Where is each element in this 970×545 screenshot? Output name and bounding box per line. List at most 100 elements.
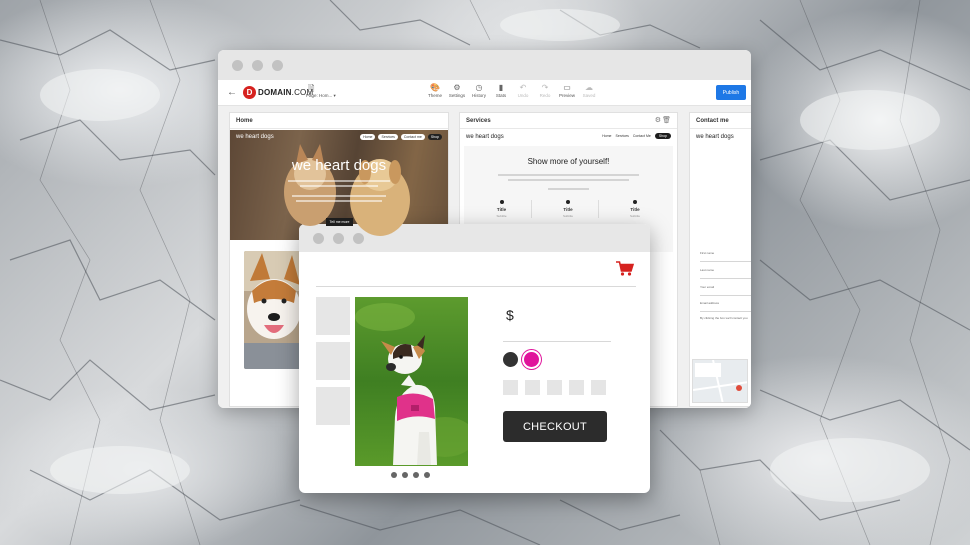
tool-preview[interactable]: ▭ Preview xyxy=(556,83,578,98)
window-control-dot[interactable] xyxy=(232,59,243,71)
placeholder-text-line xyxy=(498,174,639,176)
palette-icon: 🎨 xyxy=(430,83,440,92)
service-column[interactable]: Title Subtitle xyxy=(539,200,599,218)
nav-link[interactable]: Services xyxy=(615,134,628,138)
tool-theme[interactable]: 🎨 Theme xyxy=(424,83,446,98)
nav-link[interactable]: Home xyxy=(360,134,376,140)
tool-label: Preview xyxy=(558,93,575,98)
carousel-dot[interactable] xyxy=(424,472,430,478)
publish-button[interactable]: Publish xyxy=(716,85,746,100)
size-option[interactable] xyxy=(591,380,606,395)
bar-chart-icon: ▮ xyxy=(498,83,504,92)
email-field[interactable] xyxy=(700,288,751,296)
page-selector[interactable]: 🗎 Page: Hom... ▾ xyxy=(306,84,336,99)
carousel-dots xyxy=(391,472,430,478)
window-control-dot[interactable] xyxy=(252,59,263,71)
product-thumbnail[interactable] xyxy=(316,297,350,335)
back-arrow-icon[interactable]: ← xyxy=(227,87,237,98)
carousel-dot[interactable] xyxy=(402,472,408,478)
carousel-dot[interactable] xyxy=(391,472,397,478)
tool-settings[interactable]: ⚙ Settings xyxy=(446,83,468,98)
product-image[interactable] xyxy=(355,297,468,466)
nav-link-shop[interactable]: Shop xyxy=(427,134,442,140)
service-column[interactable]: Title Subtitle xyxy=(472,200,532,218)
domain-logo[interactable]: D DOMAIN.COM xyxy=(243,86,313,99)
service-icon xyxy=(566,200,570,204)
hero-title: we heart dogs xyxy=(291,157,387,174)
trash-icon[interactable]: 🗑 xyxy=(662,116,671,124)
page-selector-label: Page: Hom... xyxy=(306,93,333,98)
toolbar-tools: 🎨 Theme ⚙ Settings ◷ History ▮ Stats ↶ U… xyxy=(424,83,600,98)
tool-label: Undo xyxy=(517,93,529,98)
editor-toolbar: ← D DOMAIN.COM 🗎 Page: Hom... ▾ 🎨 Theme … xyxy=(218,80,751,106)
editor-title-bar xyxy=(218,50,751,80)
contact-brand: we heart dogs xyxy=(696,134,734,140)
service-title: Title xyxy=(496,207,507,212)
placeholder-text-line xyxy=(292,195,386,197)
checkout-button[interactable]: CHECKOUT xyxy=(503,411,607,442)
size-option[interactable] xyxy=(503,380,518,395)
placeholder-text-line xyxy=(300,185,378,187)
placeholder-text-line xyxy=(296,200,382,202)
hero-button[interactable]: Tell me more xyxy=(326,218,353,226)
gear-icon: ⚙ xyxy=(453,83,461,92)
service-column[interactable]: Title Subtitle xyxy=(605,200,665,218)
color-swatch-charcoal[interactable] xyxy=(503,352,518,367)
panel-contact[interactable]: Contact me we heart dogs First name Last… xyxy=(689,112,751,407)
cloud-icon: ☁ xyxy=(585,83,593,92)
nav-link[interactable]: Home xyxy=(602,134,611,138)
service-icon xyxy=(633,200,637,204)
header-divider xyxy=(316,286,636,287)
tool-label: Settings xyxy=(448,93,466,98)
logo-badge: D xyxy=(243,86,256,99)
panel-title: Services xyxy=(460,113,677,129)
tool-redo[interactable]: ↷ Redo xyxy=(534,83,556,98)
shopping-cart-icon[interactable] xyxy=(616,261,634,276)
first-name-field[interactable] xyxy=(700,254,751,262)
tool-saved: ☁ Saved xyxy=(578,83,600,98)
undo-icon: ↶ xyxy=(519,83,527,92)
hero-banner[interactable]: we heart dogs Home Services Contact me S… xyxy=(230,130,448,240)
product-thumbnail[interactable] xyxy=(316,342,350,380)
services-brand: we heart dogs xyxy=(466,134,504,140)
tool-stats[interactable]: ▮ Stats xyxy=(490,83,512,98)
size-option[interactable] xyxy=(525,380,540,395)
page-icon: 🗎 xyxy=(308,84,315,93)
service-title: Title xyxy=(630,207,640,212)
services-heading: Show more of yourself! xyxy=(527,157,610,166)
gear-icon[interactable]: ⚙ xyxy=(655,116,661,124)
services-nav: Home Services Contact Me Shop xyxy=(602,133,671,139)
nav-link[interactable]: Contact Me xyxy=(633,134,651,138)
product-thumbnail[interactable] xyxy=(316,387,350,425)
service-subtitle: Subtitle xyxy=(496,214,507,218)
size-option[interactable] xyxy=(569,380,584,395)
nav-link-shop[interactable]: Shop xyxy=(654,133,671,139)
color-swatch-magenta[interactable] xyxy=(524,352,539,367)
placeholder-text-line xyxy=(288,180,390,182)
service-subtitle: Subtitle xyxy=(629,214,640,218)
consent-checkbox-label[interactable]: By clicking the box we'll contact you xyxy=(700,316,748,320)
tool-label: History xyxy=(471,93,486,98)
size-option[interactable] xyxy=(547,380,562,395)
carousel-dot[interactable] xyxy=(413,472,419,478)
hero-nav: Home Services Contact me Shop xyxy=(360,134,442,140)
tool-history[interactable]: ◷ History xyxy=(468,83,490,98)
panel-title: Home xyxy=(230,113,448,129)
redo-icon: ↷ xyxy=(541,83,549,92)
tool-label: Saved xyxy=(582,93,596,98)
tool-undo[interactable]: ↶ Undo xyxy=(512,83,534,98)
email-address-field[interactable] xyxy=(700,304,751,312)
history-icon: ◷ xyxy=(475,83,483,92)
window-control-dot[interactable] xyxy=(272,59,283,71)
service-title: Title xyxy=(563,207,573,212)
placeholder-text-line xyxy=(548,188,589,190)
nav-link[interactable]: Contact me xyxy=(400,134,425,140)
husky-photo xyxy=(244,251,302,369)
monitor-icon: ▭ xyxy=(563,83,571,92)
location-map[interactable] xyxy=(692,359,748,403)
services-columns: Title Subtitle Title Subtitle Title Subt… xyxy=(472,200,665,218)
panel-title: Contact me xyxy=(690,113,751,129)
nav-link[interactable]: Services xyxy=(378,134,398,140)
last-name-field[interactable] xyxy=(700,271,751,279)
hero-brand: we heart dogs xyxy=(236,134,274,140)
